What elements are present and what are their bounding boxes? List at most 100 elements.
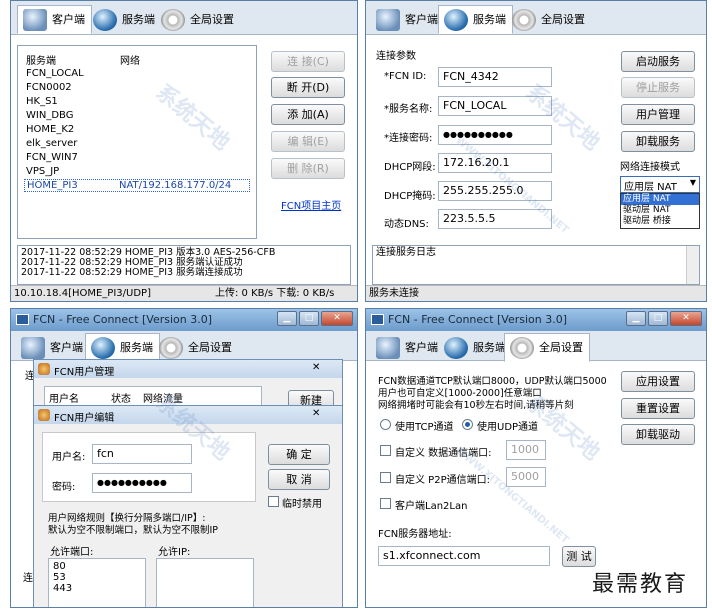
user-list[interactable]: 用户名 状态 网络流量 — [44, 386, 262, 406]
tab-client[interactable]: 客户端 — [370, 5, 445, 33]
list-item[interactable]: FCN0002 — [26, 82, 72, 93]
disconnect-button[interactable]: 断 开(D) — [271, 77, 345, 98]
tab-client[interactable]: 客户端 — [17, 5, 92, 34]
minimize-button[interactable]: ▁ — [277, 311, 297, 326]
password-field[interactable]: ●●●●●●●●●● — [438, 125, 552, 145]
password-field[interactable]: ●●●●●●●●●● — [92, 473, 192, 493]
data-port-field[interactable]: 1000 — [506, 440, 546, 460]
reset-settings-button[interactable]: 重置设置 — [621, 398, 695, 419]
dns-field[interactable]: 223.5.5.5 — [438, 209, 552, 229]
minimize-button[interactable]: ▁ — [626, 311, 646, 326]
ok-button[interactable]: 确 定 — [268, 444, 330, 465]
status-bar: 10.10.18.4[HOME_PI3/UDP] 上传: 0 KB/s 下载: … — [11, 285, 357, 301]
apply-settings-button[interactable]: 应用设置 — [621, 371, 695, 392]
dropdown-option[interactable]: 驱动层 NAT — [621, 205, 699, 216]
scrollbar[interactable] — [686, 246, 699, 284]
custom-data-port-checkbox[interactable] — [380, 445, 391, 456]
list-item[interactable]: FCN_WIN7 — [26, 152, 78, 163]
selected-list-item[interactable]: HOME_PI3 NAT/192.168.177.0/24 — [24, 179, 250, 192]
server-icon — [444, 337, 468, 359]
username-label: 用户名: — [52, 452, 86, 463]
close-icon[interactable]: ✕ — [312, 362, 320, 373]
selected-server-name: HOME_PI3 — [27, 180, 78, 191]
close-button[interactable]: ✕ — [321, 311, 353, 326]
maximize-button[interactable]: □ — [648, 311, 668, 326]
list-item[interactable]: elk_server — [26, 138, 77, 149]
tcp-radio[interactable] — [380, 419, 391, 430]
lan2lan-checkbox[interactable] — [380, 498, 391, 509]
allowed-ports-label: 允许端口: — [50, 547, 94, 558]
tab-settings-label: 全局设置 — [188, 341, 232, 354]
custom-p2p-port-label: 自定义 P2P通信端口: — [395, 475, 490, 486]
homepage-link[interactable]: FCN项目主页 — [281, 197, 341, 212]
dhcp-mask-field[interactable]: 255.255.255.0 — [438, 181, 552, 201]
dialog-title-bar: FCN用户管理 ✕ — [34, 360, 342, 378]
tab-server[interactable]: 服务端 — [438, 5, 513, 34]
status-bar: 服务未连接 — [366, 285, 706, 301]
add-button[interactable]: 添 加(A) — [271, 104, 345, 125]
allowed-ports-field[interactable]: 80 53 443 — [48, 558, 146, 607]
edit-button[interactable]: 编 辑(E) — [271, 131, 345, 152]
user-management-button[interactable]: 用户管理 — [621, 104, 695, 125]
tab-client[interactable]: 客户端 — [15, 333, 90, 361]
custom-p2p-port-checkbox[interactable] — [380, 472, 391, 483]
list-item[interactable]: VPS_JP — [26, 166, 59, 177]
test-button[interactable]: 测 试 — [562, 546, 596, 567]
list-item[interactable]: HOME_K2 — [26, 124, 74, 135]
server-address-label: FCN服务器地址: — [378, 529, 452, 540]
tab-server[interactable]: 服务端 — [85, 333, 160, 362]
tcp-radio-label: 使用TCP通道 — [395, 422, 454, 433]
brand-logo-text: 最需教育 — [592, 572, 689, 597]
close-icon[interactable]: ✕ — [312, 408, 320, 419]
connect-button[interactable]: 连 接(C) — [271, 51, 345, 72]
list-item[interactable]: HK_S1 — [26, 96, 58, 107]
client-icon — [21, 337, 45, 359]
delete-button[interactable]: 删 除(R) — [271, 158, 345, 179]
tab-client[interactable]: 客户端 — [370, 333, 445, 361]
mode-select[interactable]: 应用层 NAT ▼ — [620, 176, 700, 193]
tab-bar: 客户端 服务端 全局设置 — [11, 1, 357, 35]
fcn-id-label: *FCN ID: — [384, 71, 427, 82]
dhcp-mask-label: DHCP掩码: — [384, 191, 436, 202]
dhcp-network-field[interactable]: 172.16.20.1 — [438, 153, 552, 173]
temp-disable-checkbox[interactable] — [268, 496, 279, 507]
server-icon — [91, 337, 115, 359]
server-list[interactable]: 服务端 网络 FCN_LOCAL FCN0002 HK_S1 WIN_DBG H… — [17, 45, 257, 239]
rule-description: 默认为空不限制端口，默认为空不限制IP — [48, 525, 219, 536]
start-service-button[interactable]: 启动服务 — [621, 51, 695, 72]
dhcp-network-label: DHCP网段: — [384, 162, 436, 173]
tab-server-label: 服务端 — [120, 341, 153, 354]
tab-settings[interactable]: 全局设置 — [506, 5, 592, 33]
server-window: 客户端 服务端 全局设置 连接参数 *FCN ID: FCN_4342 *服务名… — [365, 0, 707, 302]
column-header-state: 状态 — [111, 394, 131, 405]
service-name-field[interactable]: FCN_LOCAL — [438, 96, 552, 116]
stop-service-button[interactable]: 停止服务 — [621, 77, 695, 98]
client-window: 客户端 服务端 全局设置 服务端 网络 FCN_LOCAL FCN0002 HK… — [10, 0, 358, 302]
tab-server-label: 服务端 — [473, 13, 506, 26]
tab-server[interactable]: 服务端 — [438, 333, 513, 361]
tab-settings[interactable]: 全局设置 — [155, 5, 241, 33]
uninstall-service-button[interactable]: 卸载服务 — [621, 131, 695, 152]
tab-server[interactable]: 服务端 — [87, 5, 162, 33]
close-button[interactable]: ✕ — [670, 311, 702, 326]
list-item[interactable]: WIN_DBG — [26, 110, 73, 121]
allowed-ips-field[interactable] — [156, 558, 254, 607]
udp-radio[interactable] — [462, 419, 473, 430]
chevron-down-icon: ▼ — [689, 178, 696, 187]
server-address-field[interactable]: s1.xfconnect.com — [378, 546, 550, 566]
dropdown-option[interactable]: 驱动层 桥接 — [621, 216, 699, 227]
custom-data-port-label: 自定义 数据通信端口: — [395, 448, 492, 459]
uninstall-driver-button[interactable]: 卸载驱动 — [621, 424, 695, 445]
username-field[interactable]: fcn — [92, 444, 192, 464]
tab-settings[interactable]: 全局设置 — [153, 333, 239, 361]
temp-disable-label: 临时禁用 — [282, 499, 322, 510]
tab-settings[interactable]: 全局设置 — [504, 333, 590, 362]
dropdown-option[interactable]: 应用层 NAT — [621, 194, 699, 205]
list-item[interactable]: FCN_LOCAL — [26, 68, 84, 79]
port-entry: 53 — [53, 572, 66, 583]
channel-description: 网络拥堵时可能会有10秒左右时间,请稍等片刻 — [378, 400, 574, 411]
cancel-button[interactable]: 取 消 — [268, 469, 330, 490]
maximize-button[interactable]: □ — [299, 311, 319, 326]
fcn-id-field[interactable]: FCN_4342 — [438, 67, 552, 87]
p2p-port-field[interactable]: 5000 — [506, 467, 546, 487]
